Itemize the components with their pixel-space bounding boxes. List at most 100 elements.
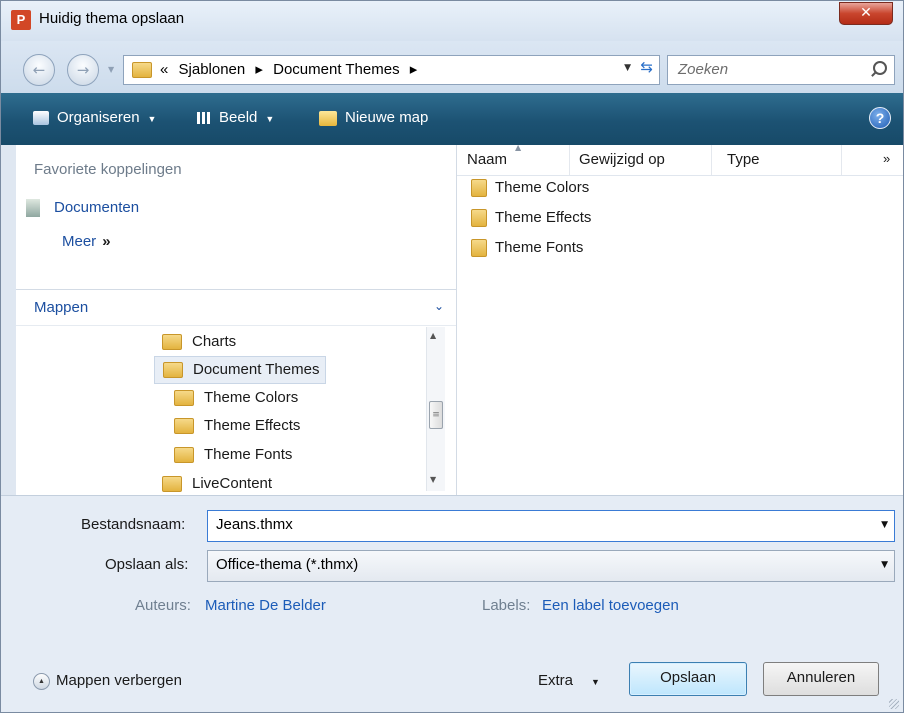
folder-icon — [471, 179, 487, 198]
filename-input[interactable]: Jeans.thmx — [216, 516, 293, 533]
list-item[interactable]: Theme Effects — [471, 209, 592, 228]
breadcrumb: « Sjablonen ▸ Document Themes ▸ — [160, 60, 423, 78]
folder-icon — [132, 62, 152, 78]
tags-label: Labels: — [482, 597, 531, 614]
help-icon[interactable]: ? — [869, 107, 891, 129]
view-label: Beeld — [219, 109, 258, 126]
chevron-down-icon: ▼ — [265, 114, 275, 124]
column-divider[interactable] — [841, 145, 842, 175]
tools-label: Extra — [538, 672, 574, 689]
filename-field[interactable]: Jeans.thmx ▼ — [207, 510, 895, 542]
file-list-pane: ▲ Naam Gewijzigd op Type » Theme Colors … — [457, 143, 903, 495]
scrollbar-thumb[interactable]: ≡ — [429, 401, 443, 429]
organize-button[interactable]: Organiseren ▼ — [33, 109, 156, 126]
filename-label: Bestandsnaam: — [81, 516, 186, 533]
save-button[interactable]: Opslaan — [629, 662, 747, 696]
column-divider[interactable] — [569, 145, 570, 175]
chevron-down-icon[interactable]: ⌄ — [434, 299, 444, 313]
folder-icon — [163, 362, 183, 379]
close-button[interactable]: ✕ — [839, 2, 893, 25]
tree-item-livecontent[interactable]: LiveContent — [162, 471, 272, 497]
command-bar: Organiseren ▼ Beeld ▼ Nieuwe map ? — [1, 93, 903, 145]
list-item[interactable]: Theme Fonts — [471, 239, 584, 258]
tree-item-theme-colors[interactable]: Theme Colors — [174, 385, 298, 411]
tree-item-label: Theme Fonts — [204, 446, 293, 463]
breadcrumb-sjablonen[interactable]: Sjablonen — [179, 61, 246, 78]
tree-item-label: Theme Colors — [204, 389, 299, 406]
folder-icon — [174, 418, 194, 435]
tree-item-theme-fonts[interactable]: Theme Fonts — [174, 442, 292, 468]
chevron-up-icon: ▲ — [33, 672, 50, 690]
search-icon[interactable] — [873, 61, 887, 75]
breadcrumb-separator-icon[interactable]: ▸ — [255, 61, 263, 78]
tree-item-label: Theme Effects — [204, 417, 301, 434]
favorite-documents[interactable]: Documenten — [26, 199, 140, 218]
back-arrow-icon: ← — [32, 61, 46, 79]
folder-icon — [471, 239, 487, 258]
column-divider[interactable] — [711, 145, 712, 175]
filetype-label: Opslaan als: — [105, 556, 189, 573]
navigation-pane: Favoriete koppelingen Documenten Meer » M… — [16, 145, 457, 495]
column-header-modified[interactable]: Gewijzigd op — [579, 151, 665, 168]
window-title: Huidig thema opslaan — [39, 10, 185, 27]
scroll-up-icon[interactable]: ▲ — [430, 331, 436, 340]
cancel-button[interactable]: Annuleren — [763, 662, 879, 696]
folders-header[interactable]: Mappen ⌄ — [16, 289, 456, 326]
folder-icon — [174, 447, 194, 464]
back-button[interactable]: ← — [23, 54, 55, 86]
more-favorites-link[interactable]: Meer » — [62, 233, 111, 250]
list-item[interactable]: Theme Colors — [471, 179, 590, 198]
favorites-heading: Favoriete koppelingen — [34, 161, 182, 178]
column-header-type[interactable]: Type — [727, 151, 760, 168]
organize-label: Organiseren — [57, 109, 140, 126]
chevron-down-icon[interactable]: ▼ — [881, 560, 888, 570]
more-label: Meer — [62, 233, 97, 250]
resize-grip[interactable] — [889, 699, 899, 709]
double-chevron-icon: » — [102, 233, 111, 250]
breadcrumb-document-themes[interactable]: Document Themes — [273, 61, 399, 78]
list-item-label: Theme Fonts — [495, 239, 584, 256]
chevron-down-icon: ▼ — [147, 114, 157, 124]
more-columns-icon[interactable]: » — [883, 151, 890, 166]
new-folder-icon — [319, 110, 337, 126]
search-input[interactable]: Zoeken — [678, 61, 728, 78]
forward-arrow-icon: → — [76, 61, 90, 79]
save-theme-dialog: P Huidig thema opslaan ✕ ← → ▼ « Sjablon… — [0, 0, 904, 713]
view-button[interactable]: Beeld ▼ — [197, 109, 274, 126]
tree-item-document-themes[interactable]: Document Themes — [154, 356, 327, 384]
column-header-name[interactable]: Naam — [467, 151, 507, 168]
tree-item-charts[interactable]: Charts — [162, 329, 236, 355]
filetype-select[interactable]: Office-thema (*.thmx) ▼ — [207, 550, 895, 582]
tags-field[interactable]: Een label toevoegen — [542, 597, 679, 614]
filetype-value: Office-thema (*.thmx) — [216, 556, 359, 573]
tree-item-label: Document Themes — [193, 361, 320, 378]
address-dropdown-icon[interactable]: ▼ — [624, 63, 631, 73]
breadcrumb-overflow[interactable]: « — [160, 61, 168, 78]
breadcrumb-separator-icon[interactable]: ▸ — [410, 61, 418, 78]
organize-icon — [33, 111, 49, 126]
folders-title: Mappen — [34, 299, 89, 316]
tree-item-label: Charts — [192, 333, 237, 350]
authors-label: Auteurs: — [135, 597, 191, 614]
forward-button[interactable]: → — [67, 54, 99, 86]
authors-field[interactable]: Martine De Belder — [205, 597, 326, 614]
favorite-documents-label: Documenten — [54, 199, 140, 216]
hide-folders-button[interactable]: ▲ Mappen verbergen — [33, 672, 182, 690]
list-item-label: Theme Effects — [495, 209, 592, 226]
title-bar[interactable]: P Huidig thema opslaan ✕ — [1, 1, 903, 41]
chevron-down-icon[interactable]: ▼ — [881, 520, 888, 530]
search-box[interactable]: Zoeken — [667, 55, 895, 85]
new-folder-button[interactable]: Nieuwe map — [319, 109, 428, 126]
tree-item-theme-effects[interactable]: Theme Effects — [174, 413, 300, 439]
refresh-icon[interactable]: ⇆ — [640, 58, 653, 76]
folder-tree-scrollbar[interactable]: ▲ ≡ ▼ — [426, 327, 445, 491]
folder-icon — [162, 476, 182, 493]
list-item-label: Theme Colors — [495, 179, 590, 196]
address-bar[interactable]: « Sjablonen ▸ Document Themes ▸ ▼ ⇆ — [123, 55, 660, 85]
recent-pages-dropdown[interactable]: ▼ — [108, 65, 114, 74]
scroll-down-icon[interactable]: ▼ — [430, 475, 436, 484]
hide-folders-label: Mappen verbergen — [56, 672, 182, 689]
save-options-panel: Bestandsnaam: Jeans.thmx ▼ Opslaan als: … — [1, 495, 903, 712]
new-folder-label: Nieuwe map — [345, 109, 429, 126]
tools-button[interactable]: Extra ▼ — [538, 672, 600, 689]
